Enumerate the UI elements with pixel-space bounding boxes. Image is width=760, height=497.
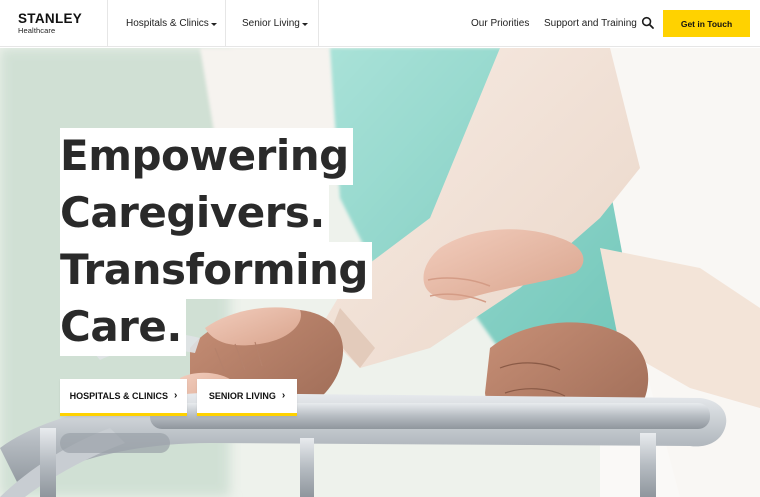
caret-down-icon: [210, 22, 217, 26]
site-header: STANLEY Healthcare Hospitals & Clinics S…: [0, 0, 760, 47]
search-icon[interactable]: [641, 16, 655, 30]
get-in-touch-button[interactable]: Get in Touch: [663, 10, 750, 37]
hospitals-clinics-button[interactable]: HOSPITALS & CLINICS ›: [60, 379, 187, 416]
caret-down-icon: [301, 22, 308, 26]
senior-living-label: SENIOR LIVING: [208, 391, 276, 401]
headline-line: Transforming: [60, 242, 372, 299]
nav-divider: [225, 0, 226, 47]
headline-line-2: Caregivers.: [60, 188, 325, 237]
hero-headline: Empowering Caregivers. Transforming Care…: [60, 128, 372, 356]
stanley-healthcare-logo[interactable]: STANLEY Healthcare: [18, 11, 104, 36]
headline-line: Empowering: [60, 128, 353, 185]
nav-our-priorities[interactable]: Our Priorities: [471, 0, 529, 47]
chevron-right-icon: ›: [281, 390, 286, 401]
nav-hospitals-dropdown[interactable]: Hospitals & Clinics: [126, 0, 217, 47]
hospitals-clinics-label: HOSPITALS & CLINICS: [69, 391, 168, 401]
nav-divider: [107, 0, 108, 47]
chevron-right-icon: ›: [174, 390, 178, 401]
hero-section: Empowering Caregivers. Transforming Care…: [0, 48, 760, 497]
senior-living-button[interactable]: SENIOR LIVING ›: [197, 379, 297, 416]
headline-line-4: Care.: [60, 302, 182, 351]
headline-line: Caregivers.: [60, 185, 329, 242]
logo-wordmark: STANLEY: [18, 11, 83, 26]
headline-line: Care.: [60, 299, 186, 356]
headline-line-3: Transforming: [60, 245, 368, 294]
nav-support-training[interactable]: Support and Training: [544, 0, 637, 47]
nav-senior-living-dropdown[interactable]: Senior Living: [242, 0, 308, 47]
headline-line-1: Empowering: [60, 131, 349, 180]
nav-hospitals-label: Hospitals & Clinics: [126, 18, 209, 29]
logo-subtitle: Healthcare: [18, 26, 56, 35]
nav-senior-living-label: Senior Living: [242, 18, 300, 29]
nav-divider: [318, 0, 319, 47]
